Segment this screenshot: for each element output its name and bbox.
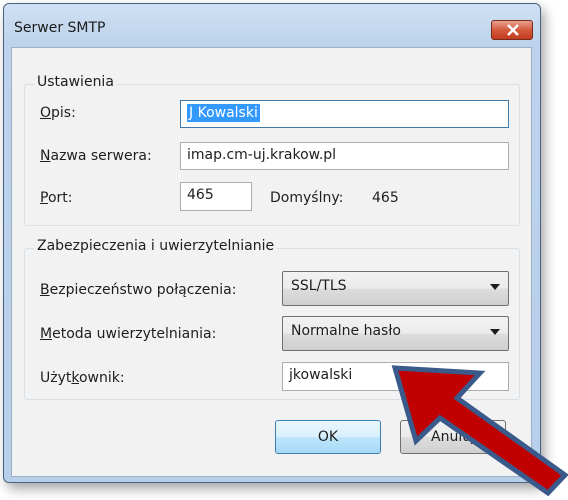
description-label: Opis: <box>40 105 76 121</box>
smtp-server-dialog: Serwer SMTP Ustawienia Opis: J Kowalski … <box>3 3 541 483</box>
security-group-title: Zabezpieczenia i uwierzytelnianie <box>34 238 278 254</box>
port-value: 465 <box>187 187 214 203</box>
username-value: jkowalski <box>289 367 353 383</box>
description-value: J Kowalski <box>187 104 260 122</box>
window-title: Serwer SMTP <box>14 20 106 36</box>
connection-security-select[interactable]: SSL/TLS <box>282 271 509 306</box>
title-bar[interactable]: Serwer SMTP <box>4 4 540 42</box>
cancel-button[interactable]: Anuluj <box>400 420 506 454</box>
connection-security-label: Bezpieczeństwo połączenia: <box>40 282 237 298</box>
auth-method-value: Normalne hasło <box>291 323 401 339</box>
port-default-label: Domyślny: <box>270 190 344 206</box>
port-label: Port: <box>40 190 73 206</box>
close-button[interactable] <box>491 20 533 40</box>
server-name-label: Nazwa serwera: <box>40 148 152 164</box>
auth-method-label: Metoda uwierzytelniania: <box>40 326 217 342</box>
server-name-value: imap.cm-uj.krakow.pl <box>187 147 337 163</box>
description-input[interactable]: J Kowalski <box>180 100 509 128</box>
screenshot-stage: Serwer SMTP Ustawienia Opis: J Kowalski … <box>0 0 568 500</box>
dialog-body: Ustawienia Opis: J Kowalski Nazwa serwer… <box>11 47 532 477</box>
ok-button[interactable]: OK <box>275 420 381 454</box>
port-default-value: 465 <box>372 190 399 206</box>
auth-method-select[interactable]: Normalne hasło <box>282 316 509 351</box>
server-name-input[interactable]: imap.cm-uj.krakow.pl <box>180 142 509 170</box>
port-input[interactable]: 465 <box>180 182 252 211</box>
settings-group-title: Ustawienia <box>34 74 117 90</box>
username-label: Użytkownik: <box>40 370 125 386</box>
close-icon <box>507 24 519 36</box>
chevron-down-icon <box>490 329 500 335</box>
username-input[interactable]: jkowalski <box>282 362 509 391</box>
chevron-down-icon <box>490 284 500 290</box>
connection-security-value: SSL/TLS <box>291 278 347 294</box>
